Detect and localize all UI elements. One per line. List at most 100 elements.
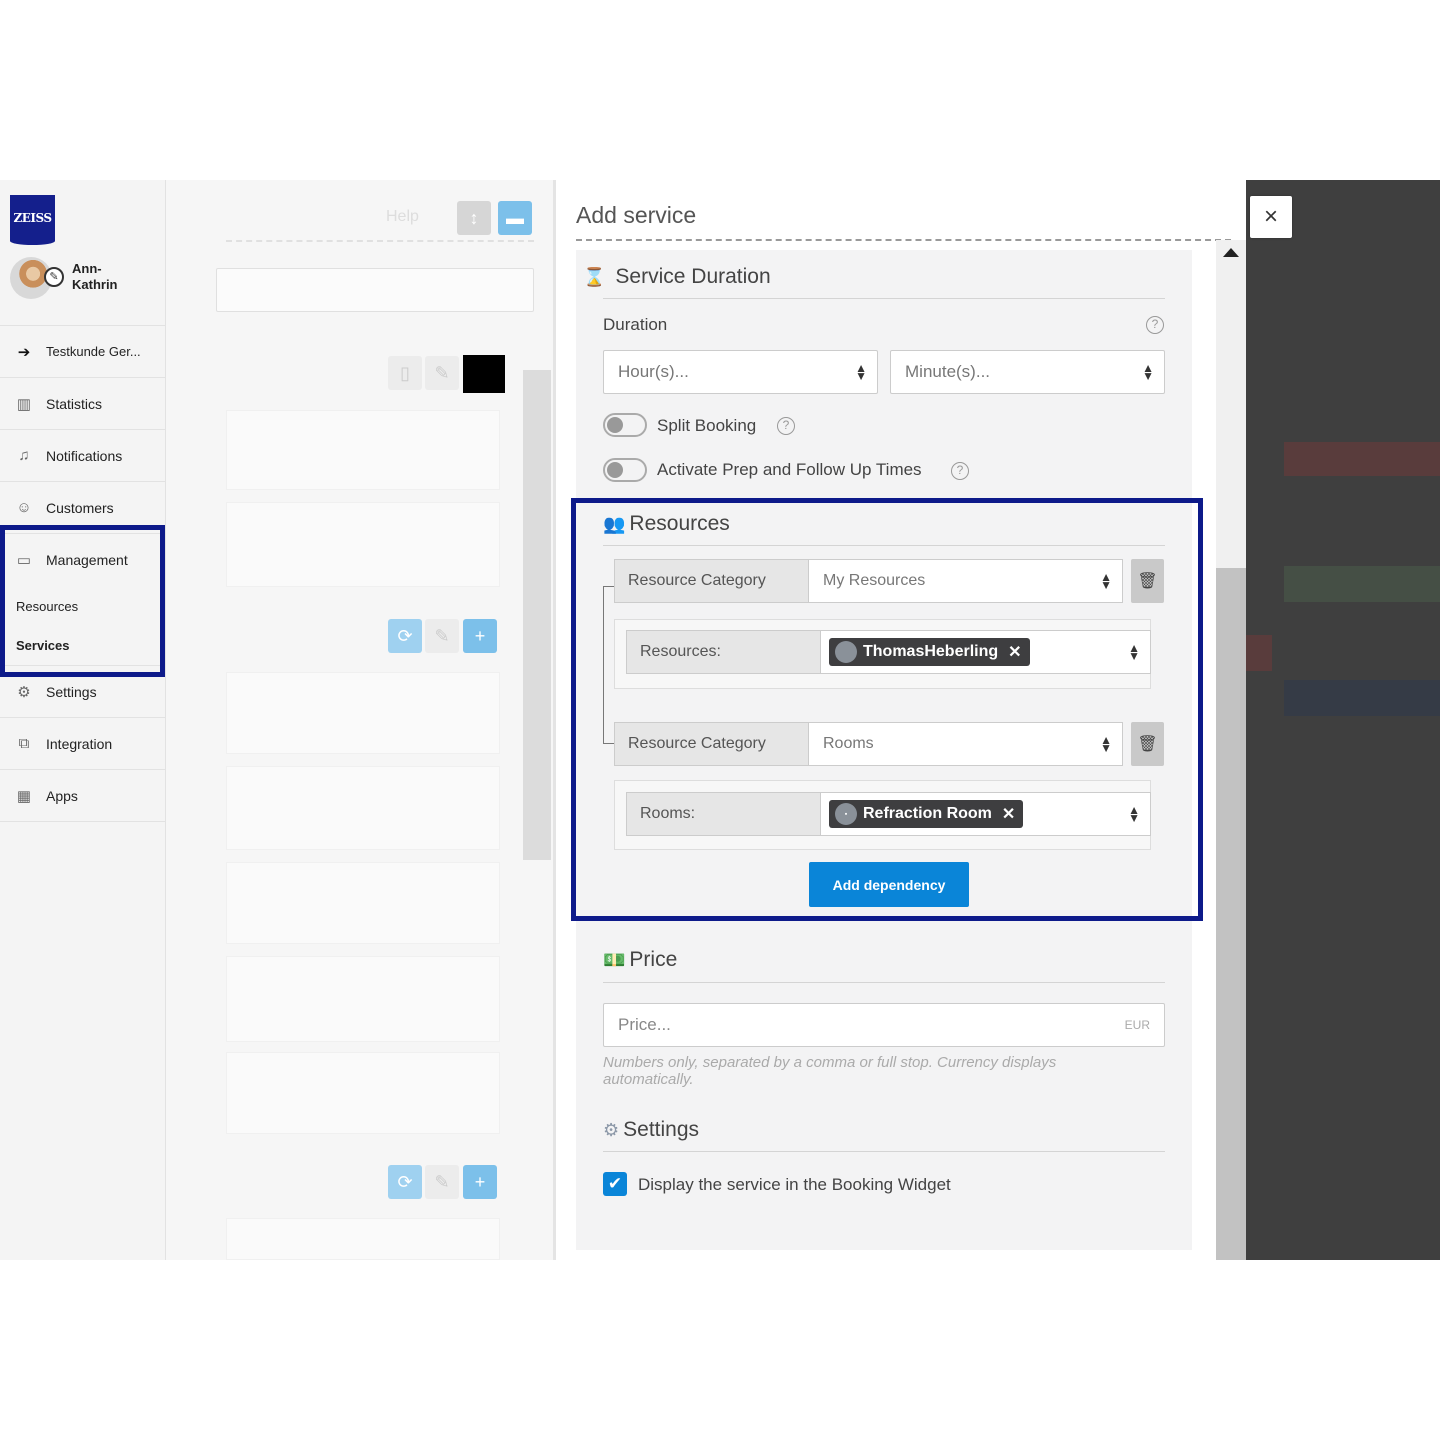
help-icon[interactable]: ?: [777, 417, 795, 435]
group-label: Resource Category: [615, 723, 809, 765]
sort-icon: ↕: [469, 207, 479, 228]
resource-category-select-2[interactable]: Resource Category Rooms ▲ ▼: [614, 722, 1123, 766]
sidebar-item-management[interactable]: ▭ Management: [0, 534, 166, 586]
group-label: Resources:: [627, 631, 821, 673]
sidebar-item-statistics[interactable]: ▥ Statistics: [0, 378, 166, 430]
room-tag: ▪ Refraction Room ✕: [829, 800, 1024, 828]
sidebar-subitem-resources[interactable]: Resources: [0, 586, 166, 626]
sidebar-item-label: Integration: [46, 735, 113, 752]
remove-tag-icon[interactable]: ✕: [1008, 642, 1021, 662]
hourglass-icon: ⌛: [583, 266, 606, 287]
user-profile[interactable]: ✎ Ann- Kathrin: [10, 255, 160, 300]
delete-button[interactable]: ▯: [388, 356, 422, 390]
list-item[interactable]: [226, 862, 500, 944]
sidebar-item-customers[interactable]: ☺ Customers: [0, 482, 166, 534]
delete-category-button[interactable]: 🗑: [1131, 559, 1164, 603]
calendar-event: [1284, 680, 1440, 716]
add-button[interactable]: +: [463, 1165, 497, 1199]
list-item[interactable]: [226, 502, 500, 587]
help-icon[interactable]: ?: [1146, 316, 1164, 334]
sidebar-item-integration[interactable]: ⧉ Integration: [0, 718, 166, 770]
split-booking-toggle[interactable]: [603, 413, 647, 437]
edit-button[interactable]: ✎: [425, 356, 459, 390]
sidebar-item-notifications[interactable]: ♫ Notifications: [0, 430, 166, 482]
display-widget-checkbox[interactable]: ✔: [603, 1172, 627, 1196]
bar-chart-icon: ▥: [16, 395, 32, 413]
plus-icon: +: [474, 625, 486, 646]
modal-scrollbar[interactable]: [1216, 240, 1246, 1260]
puzzle-icon: ⧉: [18, 735, 30, 752]
list-item[interactable]: [226, 410, 500, 490]
resource-category-select-1[interactable]: Resource Category My Resources ▲ ▼: [614, 559, 1123, 603]
updown-arrows-icon: ▲ ▼: [1100, 570, 1112, 592]
add-dependency-button[interactable]: Add dependency: [809, 862, 969, 907]
list-item[interactable]: [226, 1052, 500, 1134]
remove-tag-icon[interactable]: ✕: [1002, 804, 1015, 824]
prep-times-toggle[interactable]: [603, 458, 647, 482]
split-booking-label: Split Booking: [657, 416, 757, 435]
sidebar-subitem-services[interactable]: Services: [0, 626, 166, 666]
updown-arrows-icon: ▲ ▼: [1128, 803, 1140, 825]
calendar-event: [1284, 566, 1440, 602]
resources-multiselect[interactable]: Resources: ThomasHeberling ✕ ▲ ▼: [626, 630, 1151, 674]
list-item[interactable]: [226, 766, 500, 850]
search-input[interactable]: [216, 268, 534, 312]
sidebar-item-settings[interactable]: ⚙ Settings: [0, 666, 166, 718]
select-value: Hour(s)...: [618, 362, 689, 381]
pencil-icon: ✎: [434, 625, 450, 646]
list-item[interactable]: [226, 1218, 500, 1260]
edit-button[interactable]: ✎: [425, 1165, 459, 1199]
folder-button[interactable]: ▬: [498, 201, 532, 235]
calendar-event: [1284, 442, 1440, 476]
divider: [603, 545, 1165, 546]
refresh-button[interactable]: ⟳: [388, 619, 422, 653]
edit-button[interactable]: ✎: [425, 619, 459, 653]
sidebar-subitem-label: Services: [16, 638, 70, 653]
section-title: Settings: [623, 1118, 700, 1141]
group-value: My Resources ▲ ▼: [809, 560, 1122, 602]
price-hint: Numbers only, separated by a comma or fu…: [603, 1054, 1057, 1088]
scroll-up-icon[interactable]: [1223, 248, 1239, 257]
avatar: [835, 641, 857, 663]
sidebar-item-apps[interactable]: ▦ Apps: [0, 770, 166, 822]
section-heading-price: 💵 Price: [603, 948, 677, 972]
user-name: Ann- Kathrin: [72, 261, 118, 292]
help-link[interactable]: Help: [386, 208, 419, 226]
add-button[interactable]: +: [463, 619, 497, 653]
sidebar-item-label: Testkunde Ger...: [46, 344, 141, 359]
rooms-multiselect[interactable]: Rooms: ▪ Refraction Room ✕ ▲ ▼: [626, 792, 1151, 836]
grid-icon: ▦: [16, 787, 32, 805]
section-heading-resources: 👥 Resources: [603, 512, 730, 536]
select-value: Rooms: [823, 735, 874, 752]
minutes-select[interactable]: Minute(s)... ▲ ▼: [890, 350, 1165, 394]
zeiss-logo[interactable]: ZEISS: [10, 195, 55, 245]
edit-profile-icon[interactable]: ✎: [44, 267, 64, 287]
price-input[interactable]: Price... EUR: [603, 1003, 1165, 1047]
room-icon: ▪: [835, 803, 857, 825]
pencil-icon: ✎: [434, 1171, 450, 1192]
refresh-icon: ⟳: [397, 625, 413, 646]
sort-button[interactable]: ↕: [457, 201, 491, 235]
refresh-icon: ⟳: [397, 1171, 413, 1192]
section-title: Service Duration: [615, 265, 771, 288]
group-label: Resource Category: [615, 560, 809, 602]
color-swatch[interactable]: [463, 355, 505, 393]
sidebar: ZEISS ✎ Ann- Kathrin ➔ Testkunde Ger... …: [0, 180, 166, 1260]
modal-title: Add service: [576, 202, 697, 228]
divider: [603, 982, 1165, 983]
help-icon[interactable]: ?: [951, 462, 969, 480]
scrollbar[interactable]: [523, 370, 551, 860]
hours-select[interactable]: Hour(s)... ▲ ▼: [603, 350, 878, 394]
close-button[interactable]: ×: [1250, 196, 1292, 238]
sidebar-item-label: Management: [46, 552, 128, 568]
divider: [603, 298, 1165, 299]
refresh-button[interactable]: ⟳: [388, 1165, 422, 1199]
briefcase-icon: ▭: [16, 552, 32, 569]
list-item[interactable]: [226, 672, 500, 754]
sidebar-item-label: Settings: [46, 683, 97, 700]
list-item[interactable]: [226, 956, 500, 1042]
sidebar-item-account[interactable]: ➔ Testkunde Ger...: [0, 326, 166, 378]
background-overlay[interactable]: [1246, 180, 1440, 1260]
delete-category-button[interactable]: 🗑: [1131, 722, 1164, 766]
scrollbar-thumb[interactable]: [1216, 568, 1246, 1260]
